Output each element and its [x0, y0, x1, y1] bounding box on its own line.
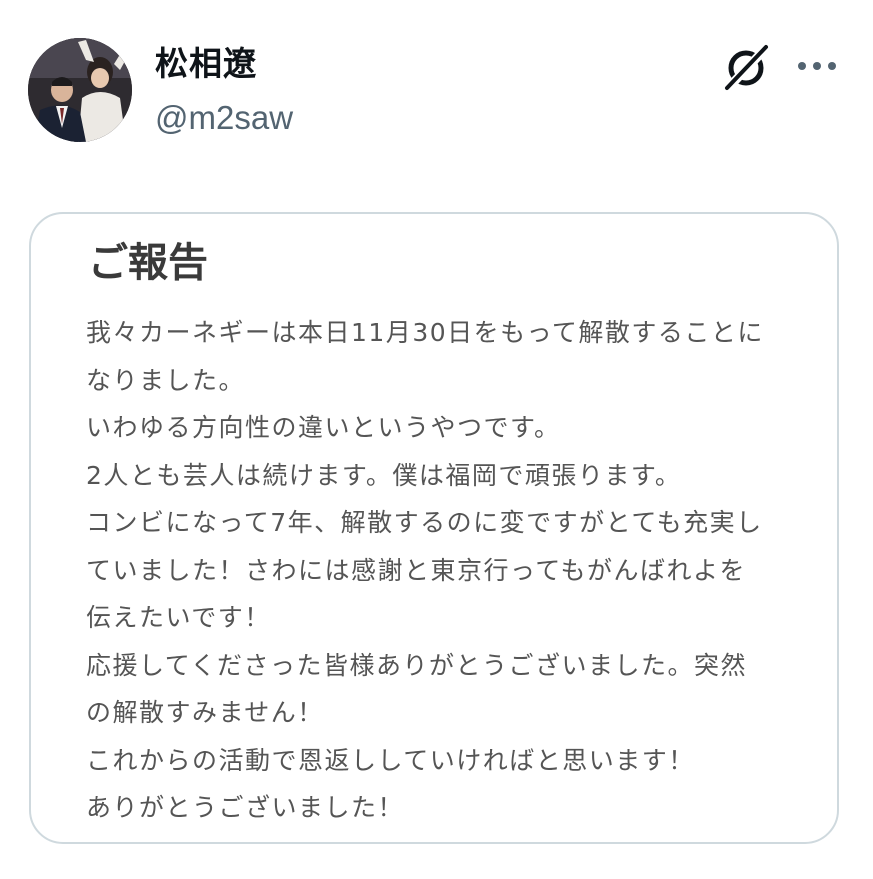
announcement-body: 我々カーネギーは本日11月30日をもって解散することに なりました。 いわゆる方… — [86, 309, 764, 832]
announcement-image-card[interactable]: ご報告 我々カーネギーは本日11月30日をもって解散することに なりました。 い… — [29, 212, 839, 844]
announcement-line: なりました。 — [86, 365, 246, 395]
announcement-line: ていました！さわには感謝と東京行ってもがんばれよを — [86, 555, 747, 585]
announcement-line: いわゆる方向性の違いというやつです。 — [86, 413, 561, 442]
announcement-line: コンビになって7年、解散するのに変ですがとても充実し — [86, 508, 763, 537]
grok-icon[interactable] — [722, 42, 772, 93]
announcement-line: 応援してくださった皆様ありがとうございました。突然 — [86, 650, 748, 680]
announcement-line: 伝えたいです！ — [86, 603, 271, 632]
announcement-line: の解散すみません！ — [86, 698, 324, 727]
avatar-photo — [28, 38, 132, 142]
announcement-line: 2人とも芸人は続けます。僕は福岡で頑張ります。 — [86, 460, 682, 490]
display-name[interactable]: 松相遼 — [155, 44, 257, 84]
announcement-line: 我々カーネギーは本日11月30日をもって解散することに — [86, 318, 764, 347]
avatar[interactable] — [28, 38, 132, 142]
more-icon[interactable] — [795, 54, 839, 78]
announcement-line: ありがとうございました！ — [86, 793, 405, 822]
announcement-line: これからの活動で恩返ししていければと思います！ — [86, 745, 695, 775]
announcement-title: ご報告 — [88, 240, 208, 286]
user-handle[interactable]: @m2saw — [155, 98, 293, 138]
